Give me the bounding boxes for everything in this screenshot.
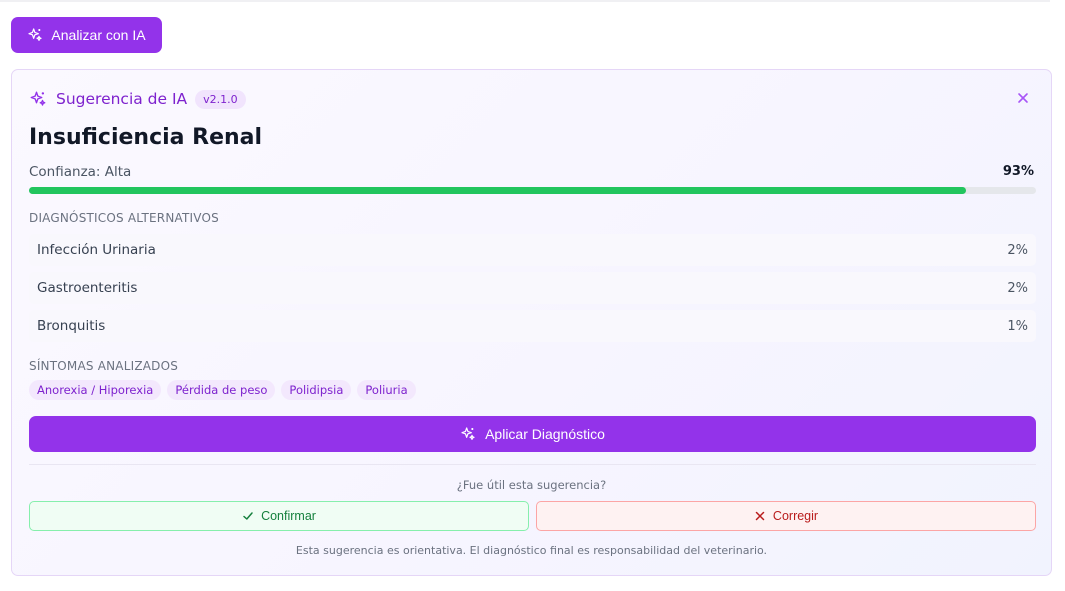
- confidence-bar-fill: [29, 187, 966, 194]
- symptoms-list: Anorexia / Hiporexia Pérdida de peso Pol…: [29, 380, 416, 400]
- confirm-label: Confirmar: [261, 509, 316, 523]
- analyze-with-ai-label: Analizar con IA: [51, 27, 146, 43]
- alternative-name: Bronquitis: [37, 318, 106, 334]
- sparkles-icon: [29, 90, 47, 108]
- close-icon[interactable]: [1015, 90, 1031, 106]
- symptom-chip: Anorexia / Hiporexia: [29, 380, 162, 400]
- list-item: Gastroenteritis 2%: [29, 272, 1036, 304]
- list-item: Infección Urinaria 2%: [29, 234, 1036, 266]
- apply-diagnosis-button[interactable]: Aplicar Diagnóstico: [29, 416, 1036, 452]
- diagnosis-title: Insuficiencia Renal: [29, 125, 263, 150]
- analyze-with-ai-button[interactable]: Analizar con IA: [11, 17, 162, 53]
- feedback-question: ¿Fue útil esta sugerencia?: [456, 478, 607, 492]
- confidence-bar: [29, 187, 1036, 194]
- correct-button[interactable]: Corregir: [536, 501, 1036, 531]
- confirm-button[interactable]: Confirmar: [29, 501, 529, 531]
- disclaimer: Esta sugerencia es orientativa. El diagn…: [295, 544, 768, 557]
- symptom-chip: Poliuria: [357, 380, 416, 400]
- symptoms-heading: SÍNTOMAS ANALIZADOS: [29, 359, 179, 373]
- sparkles-icon: [460, 426, 476, 442]
- apply-diagnosis-label: Aplicar Diagnóstico: [485, 426, 605, 442]
- alternatives-heading: DIAGNÓSTICOS ALTERNATIVOS: [29, 211, 219, 225]
- version-badge: v2.1.0: [195, 89, 246, 109]
- symptom-chip: Pérdida de peso: [167, 380, 276, 400]
- correct-label: Corregir: [772, 509, 819, 523]
- alternative-pct: 1%: [1007, 318, 1028, 334]
- alternative-pct: 2%: [1007, 280, 1028, 296]
- alternative-pct: 2%: [1007, 242, 1028, 258]
- confidence-label: Confianza: Alta: [29, 164, 132, 180]
- sparkles-icon: [27, 27, 43, 43]
- alternative-name: Gastroenteritis: [37, 280, 138, 296]
- card-title: Sugerencia de IA: [56, 90, 188, 108]
- ai-suggestion-card: Sugerencia de IA v2.1.0 Insuficiencia Re…: [11, 69, 1052, 576]
- symptom-chip: Polidipsia: [281, 380, 352, 400]
- x-icon: [754, 510, 766, 522]
- card-header: Sugerencia de IA v2.1.0: [29, 89, 246, 109]
- divider: [29, 464, 1036, 465]
- confidence-value: 93%: [1002, 164, 1034, 179]
- alternative-name: Infección Urinaria: [37, 242, 156, 258]
- top-divider: [0, 0, 1050, 2]
- list-item: Bronquitis 1%: [29, 310, 1036, 342]
- alternatives-list: Infección Urinaria 2% Gastroenteritis 2%…: [29, 234, 1036, 348]
- check-icon: [242, 510, 254, 522]
